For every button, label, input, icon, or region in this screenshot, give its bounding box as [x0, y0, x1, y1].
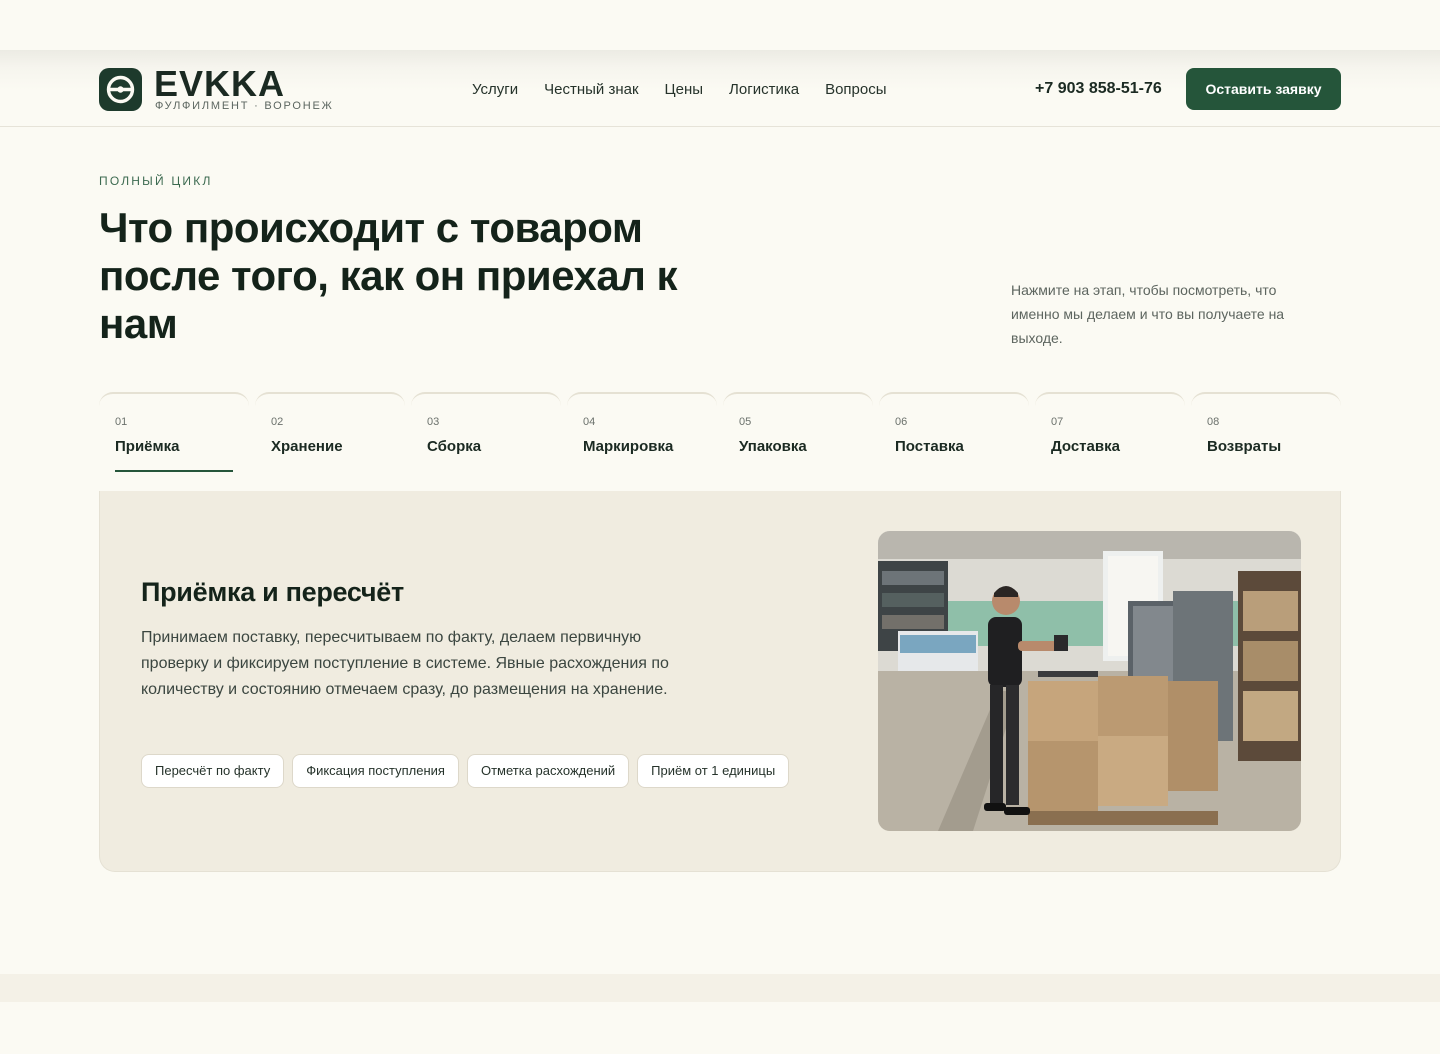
warehouse-photo — [878, 531, 1301, 831]
logo-wordmark[interactable]: EVKKA — [154, 66, 285, 102]
tab-number: 05 — [739, 416, 752, 428]
tab-label: Возвраты — [1207, 438, 1282, 455]
tab-delivery[interactable]: 07 Доставка — [1035, 392, 1185, 492]
tab-label: Маркировка — [583, 438, 674, 455]
nav-item-logistics[interactable]: Логистика — [729, 81, 799, 99]
feature-chip: Фиксация поступления — [292, 754, 459, 788]
feature-chips: Пересчёт по факту Фиксация поступления О… — [141, 754, 790, 788]
section-eyebrow: ПОЛНЫЙ ЦИКЛ — [99, 174, 213, 188]
section-hint: Нажмите на этап, чтобы посмотреть, что и… — [1011, 282, 1285, 346]
active-tab-indicator — [115, 470, 233, 472]
tab-panel-intake: Приёмка и пересчёт Принимаем поставку, п… — [99, 491, 1341, 872]
section-title: Что происходит с товаром после того, как… — [99, 204, 678, 347]
tab-label: Приёмка — [115, 438, 180, 455]
panel-description: Принимаем поставку, пересчитываем по фак… — [141, 629, 669, 698]
logo-icon[interactable] — [99, 68, 142, 111]
logo-tagline: ФУЛФИЛМЕНТ · ВОРОНЕЖ — [155, 100, 334, 112]
footer-band — [0, 974, 1440, 1002]
feature-chip: Приём от 1 единицы — [637, 754, 790, 788]
site-header: EVKKA ФУЛФИЛМЕНТ · ВОРОНЕЖ Услуги Честны… — [0, 50, 1440, 127]
main-nav: Услуги Честный знак Цены Логистика Вопро… — [472, 81, 887, 99]
tab-label: Хранение — [271, 438, 343, 455]
tab-returns[interactable]: 08 Возвраты — [1191, 392, 1341, 492]
tab-storage[interactable]: 02 Хранение — [255, 392, 405, 492]
tab-label: Сборка — [427, 438, 482, 455]
feature-chip: Пересчёт по факту — [141, 754, 285, 788]
nav-item-prices[interactable]: Цены — [665, 81, 704, 99]
tab-number: 03 — [427, 416, 440, 428]
tab-supply[interactable]: 06 Поставка — [879, 392, 1029, 492]
process-tabs: 01 Приёмка 02 Хранение 03 Сборка 04 Марк… — [99, 392, 1341, 492]
tab-number: 02 — [271, 416, 284, 428]
tab-label: Поставка — [895, 438, 964, 455]
tab-labeling[interactable]: 04 Маркировка — [567, 392, 717, 492]
tab-label: Упаковка — [739, 438, 807, 455]
tab-number: 01 — [115, 416, 128, 428]
nav-item-faq[interactable]: Вопросы — [825, 81, 886, 99]
tab-number: 07 — [1051, 416, 1064, 428]
tab-label: Доставка — [1051, 438, 1120, 455]
tab-number: 08 — [1207, 416, 1220, 428]
tab-assembly[interactable]: 03 Сборка — [411, 392, 561, 492]
tab-packing[interactable]: 05 Упаковка — [723, 392, 873, 492]
request-button[interactable]: Оставить заявку — [1186, 68, 1341, 110]
feature-chip: Отметка расхождений — [466, 754, 630, 788]
tab-number: 06 — [895, 416, 908, 428]
tab-intake[interactable]: 01 Приёмка — [99, 392, 249, 492]
panel-title: Приёмка и пересчёт — [141, 577, 404, 607]
tab-number: 04 — [583, 416, 596, 428]
nav-item-honest-sign[interactable]: Честный знак — [544, 81, 638, 99]
nav-item-services[interactable]: Услуги — [472, 81, 518, 99]
phone-link[interactable]: +7 903 858-51-76 — [1035, 80, 1162, 98]
